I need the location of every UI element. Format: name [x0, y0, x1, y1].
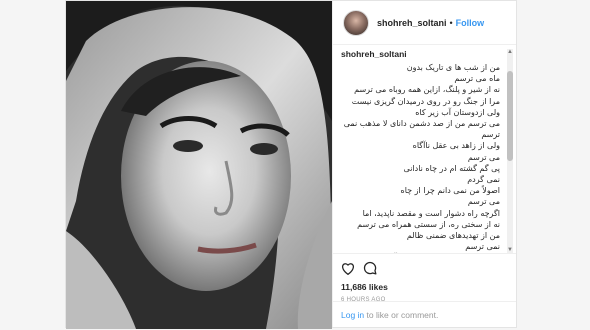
avatar[interactable]: [343, 9, 369, 36]
post-header: shohreh_soltani • Follow: [333, 1, 516, 45]
heart-icon[interactable]: [341, 262, 355, 275]
post-photo: [66, 1, 332, 329]
login-prompt-text: to like or comment.: [366, 309, 439, 320]
scrollbar-thumb[interactable]: [507, 71, 513, 161]
caption-line: می ترسم من از صد دشمن دانای لا مذهب نمی: [343, 119, 500, 129]
caption-line: من از تهدیدهای ضمنی ظالم: [406, 231, 500, 241]
caption-line: پی گم گشته ام در چاه نادانی: [403, 163, 500, 173]
caption-line: ماه می ترسم: [454, 74, 500, 84]
post-side-panel: shohreh_soltani • Follow shohreh_soltani…: [332, 1, 516, 327]
scroll-up-icon[interactable]: ▲: [507, 49, 513, 55]
caption-line: نه از شیر و پلنگ، ازاین همه روباه می ترس…: [354, 85, 500, 95]
portrait-image: [66, 1, 332, 329]
caption-line: من از شب ها ی تاریک بدون: [406, 63, 500, 72]
caption-line: ترسم: [481, 130, 500, 140]
caption-line: مرا از جنگ رو در روی درمیدان گریزی نیست: [351, 96, 500, 106]
caption-line: اگرچه راه دشوار است و مقصد ناپدید، اما: [362, 208, 500, 218]
login-link[interactable]: Log in: [341, 310, 364, 320]
caption-line: اصولاً من نمی دانم چرا از چاه: [400, 186, 500, 196]
header-username[interactable]: shohreh_soltani: [377, 18, 447, 28]
follow-button[interactable]: Follow: [456, 18, 485, 28]
caption-line: نه از سختی ره، از سستی همراه می ترسم: [357, 219, 500, 229]
caption-area[interactable]: shohreh_soltani من از شب ها ی تاریک بدون…: [333, 49, 506, 253]
caption-line: ولی از زاهد بی عقل ناآگاه: [412, 141, 500, 151]
caption-scrollbar[interactable]: ▲ ▼: [507, 49, 513, 253]
instagram-post-card: shohreh_soltani • Follow shohreh_soltani…: [65, 0, 517, 329]
login-prompt: Log in to like or comment.: [333, 301, 516, 327]
caption-line: می ترسم: [467, 152, 500, 162]
caption-line: نمی گردم: [467, 175, 500, 185]
likes-count[interactable]: 11,686 likes: [341, 282, 508, 292]
post-actions: 11,686 likes 6 HOURS AGO: [333, 253, 516, 303]
caption-text: من از شب ها ی تاریک بدون ماه می ترسم نه از…: [341, 62, 500, 253]
caption-username[interactable]: shohreh_soltani: [341, 49, 500, 59]
comment-icon[interactable]: [363, 261, 377, 275]
caption-line: ولی ازدوستان آب زیر کاه: [415, 107, 500, 117]
separator-dot: •: [449, 17, 453, 28]
caption-line: می ترسم: [467, 197, 500, 207]
caption-line: نمی ترسم: [465, 242, 500, 252]
